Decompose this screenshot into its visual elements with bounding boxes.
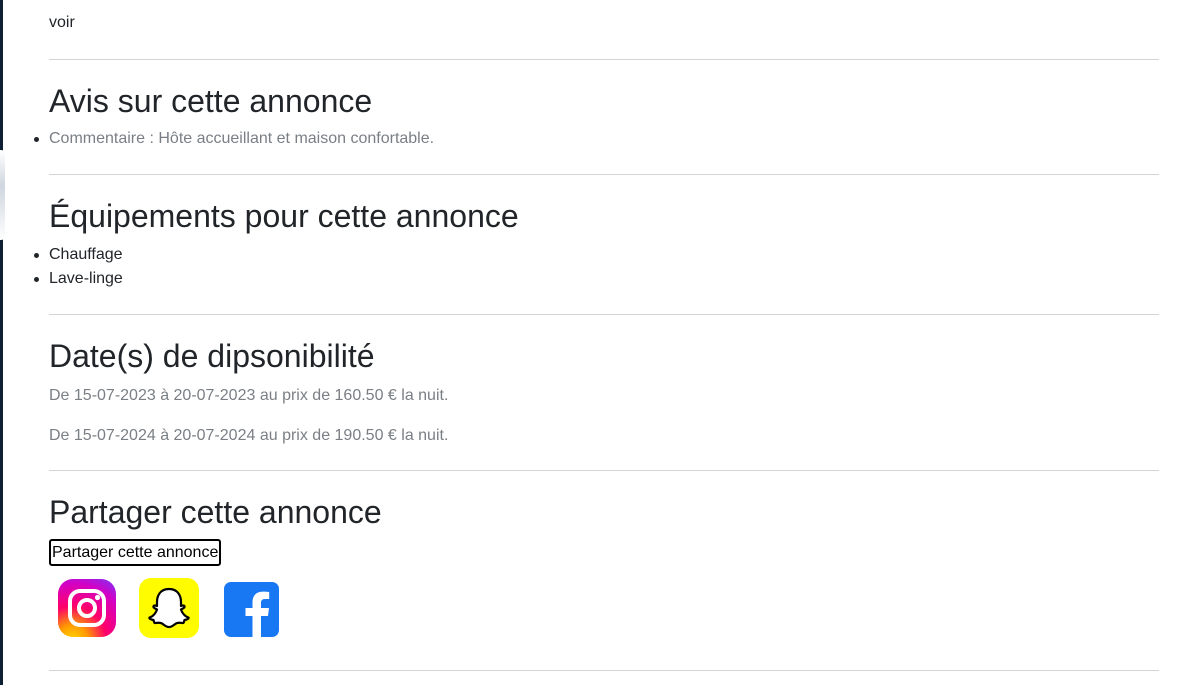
reviews-title: Avis sur cette annonce	[49, 83, 373, 119]
left-edge-decoration	[0, 150, 5, 240]
amenity-item: Chauffage	[34, 243, 123, 267]
availability-line: De 15-07-2024 à 20-07-2024 au prix de 19…	[49, 427, 449, 444]
availability-line: De 15-07-2023 à 20-07-2023 au prix de 16…	[49, 387, 449, 404]
facebook-icon[interactable]	[221, 579, 281, 639]
divider	[49, 59, 1159, 60]
divider	[49, 314, 1159, 315]
divider	[49, 670, 1159, 671]
reviews-list: Commentaire : Hôte accueillant et maison…	[33, 127, 434, 151]
instagram-icon[interactable]	[56, 577, 118, 639]
divider	[49, 470, 1159, 471]
snapchat-icon[interactable]	[138, 577, 200, 639]
voir-link[interactable]: voir	[49, 14, 75, 32]
amenity-item: Lave-linge	[34, 267, 123, 291]
share-button[interactable]: Partager cette annonce	[49, 539, 222, 566]
review-item: Commentaire : Hôte accueillant et maison…	[33, 127, 434, 151]
divider	[49, 174, 1159, 175]
window-left-edge	[0, 0, 3, 685]
share-title: Partager cette annonce	[49, 494, 382, 530]
amenities-list: Chauffage Lave-linge	[34, 243, 123, 291]
amenities-title: Équipements pour cette annonce	[49, 198, 519, 234]
availability-title: Date(s) de dipsonibilité	[49, 338, 375, 374]
